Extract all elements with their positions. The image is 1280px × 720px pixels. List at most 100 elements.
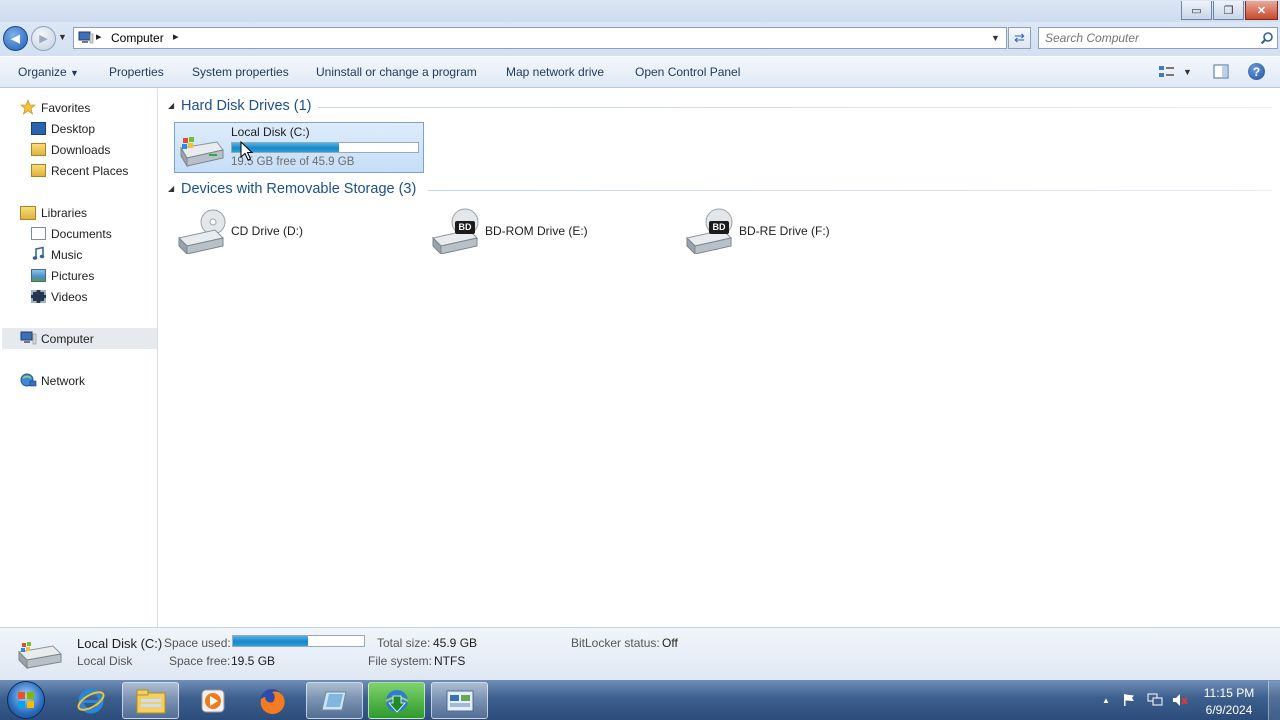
search-icon[interactable] [1260,31,1274,45]
collapse-group-icon[interactable]: ◢ [168,101,174,110]
pictures-icon [31,269,46,282]
nav-computer[interactable]: Computer [41,332,94,346]
network-tray-icon[interactable] [1147,693,1163,707]
star-icon [20,99,36,115]
downloads-folder-icon [31,143,46,156]
network-icon [20,373,37,388]
address-bar[interactable]: ▸ Computer ▸ ▼ [73,27,1007,49]
taskbar-firefox[interactable] [243,682,300,719]
nav-network[interactable]: Network [41,374,85,388]
bd-re-drive-icon: BD [685,206,735,254]
preview-pane-icon[interactable] [1213,64,1229,79]
open-control-panel-button[interactable]: Open Control Panel [635,65,740,79]
videos-icon [31,290,46,303]
taskbar-download-manager[interactable] [368,682,425,719]
cd-drive-icon [177,208,227,254]
title-bar [0,0,1280,22]
change-view-icon[interactable] [1158,65,1176,79]
properties-button[interactable]: Properties [109,65,164,79]
breadcrumb-computer[interactable]: Computer [111,31,164,45]
refresh-button[interactable]: ⇄ [1008,27,1031,49]
mouse-cursor-icon [240,141,253,161]
show-hidden-icons-button[interactable]: ▲ [1102,696,1110,705]
desktop-icon [31,122,46,135]
libraries-icon [20,206,36,220]
music-icon [31,246,46,261]
clock-time[interactable]: 11:15 PM [1196,686,1262,700]
maximize-icon: ❐ [1223,4,1234,17]
taskbar-app-window[interactable] [306,682,363,719]
taskbar-media-player[interactable] [184,682,241,719]
file-system-value: NTFS [434,654,466,668]
breadcrumb-separator[interactable]: ▸ [96,30,102,43]
details-usage-bar [232,635,365,647]
drive-e-label: BD-ROM Drive (E:) [485,224,588,238]
nav-recent-places[interactable]: Recent Places [51,164,128,178]
nav-videos[interactable]: Videos [51,290,87,304]
forward-button[interactable]: ▶ [31,26,56,51]
taskbar-internet-explorer[interactable] [62,682,119,719]
chevron-down-icon: ▼ [70,68,79,78]
nav-favorites[interactable]: Favorites [41,101,90,115]
nav-libraries[interactable]: Libraries [41,206,87,220]
group-divider [318,107,1272,108]
firefox-icon [259,688,285,714]
maximize-button[interactable]: ❐ [1213,1,1244,20]
nav-desktop[interactable]: Desktop [51,122,95,136]
bitlocker-value: Off [662,636,678,650]
drive-d-label: CD Drive (D:) [231,224,303,238]
back-button[interactable]: ◀ [3,26,28,51]
help-icon[interactable]: ? [1248,63,1265,80]
view-options-icon[interactable]: ▼ [1183,67,1192,77]
breadcrumb-separator[interactable]: ▸ [173,30,179,43]
nav-pictures[interactable]: Pictures [51,269,94,283]
address-dropdown-icon[interactable]: ▼ [991,33,1000,43]
search-box[interactable] [1038,27,1278,49]
minimize-button[interactable]: ▭ [1181,1,1212,20]
close-icon: ✕ [1256,4,1267,17]
download-manager-icon [384,689,409,713]
group-header-removable-storage[interactable]: Devices with Removable Storage (3) [181,181,416,197]
space-free-value: 19.5 GB [231,654,276,668]
bd-badge: BD [709,221,729,234]
hard-drive-icon [17,640,63,670]
action-center-flag-icon[interactable] [1122,693,1136,707]
total-size-label: Total size: [377,636,431,650]
start-button[interactable] [7,681,45,719]
bd-rom-drive-icon: BD [431,206,481,254]
refresh-icon: ⇄ [1014,30,1025,45]
organize-button[interactable]: Organize ▼ [18,65,79,79]
nav-downloads[interactable]: Downloads [51,143,110,157]
minimize-icon: ▭ [1191,4,1202,17]
volume-muted-icon[interactable] [1172,693,1188,707]
drive-f-label: BD-RE Drive (F:) [739,224,830,238]
uninstall-program-button[interactable]: Uninstall or change a program [316,65,477,79]
group-divider [428,190,1272,191]
show-desktop-button[interactable] [1268,681,1280,720]
taskbar-control-panel[interactable] [431,682,488,719]
recent-pages-button[interactable]: ▼ [58,32,67,42]
clock-date[interactable]: 6/9/2024 [1196,703,1262,717]
search-input[interactable] [1045,29,1255,47]
space-used-label: Space used: [164,636,231,650]
drive-c-label: Local Disk (C:) [231,125,310,139]
internet-explorer-icon [77,688,104,713]
details-drive-name: Local Disk (C:) [77,636,163,651]
close-button[interactable]: ✕ [1245,1,1278,20]
recent-places-icon [31,164,46,177]
media-player-icon [201,689,224,712]
bd-badge: BD [455,221,475,234]
system-properties-button[interactable]: System properties [192,65,289,79]
application-icon [320,691,347,710]
space-free-label: Space free: [169,654,231,668]
hard-drive-icon [177,134,225,168]
map-network-drive-button[interactable]: Map network drive [506,65,604,79]
taskbar-windows-explorer[interactable] [122,682,179,719]
details-drive-type: Local Disk [77,654,133,668]
group-header-hard-disk-drives[interactable]: Hard Disk Drives (1) [181,98,312,114]
organize-label: Organize [18,65,67,79]
nav-music[interactable]: Music [51,248,82,262]
collapse-group-icon[interactable]: ◢ [168,184,174,193]
nav-documents[interactable]: Documents [51,227,112,241]
folder-icon [136,689,165,713]
